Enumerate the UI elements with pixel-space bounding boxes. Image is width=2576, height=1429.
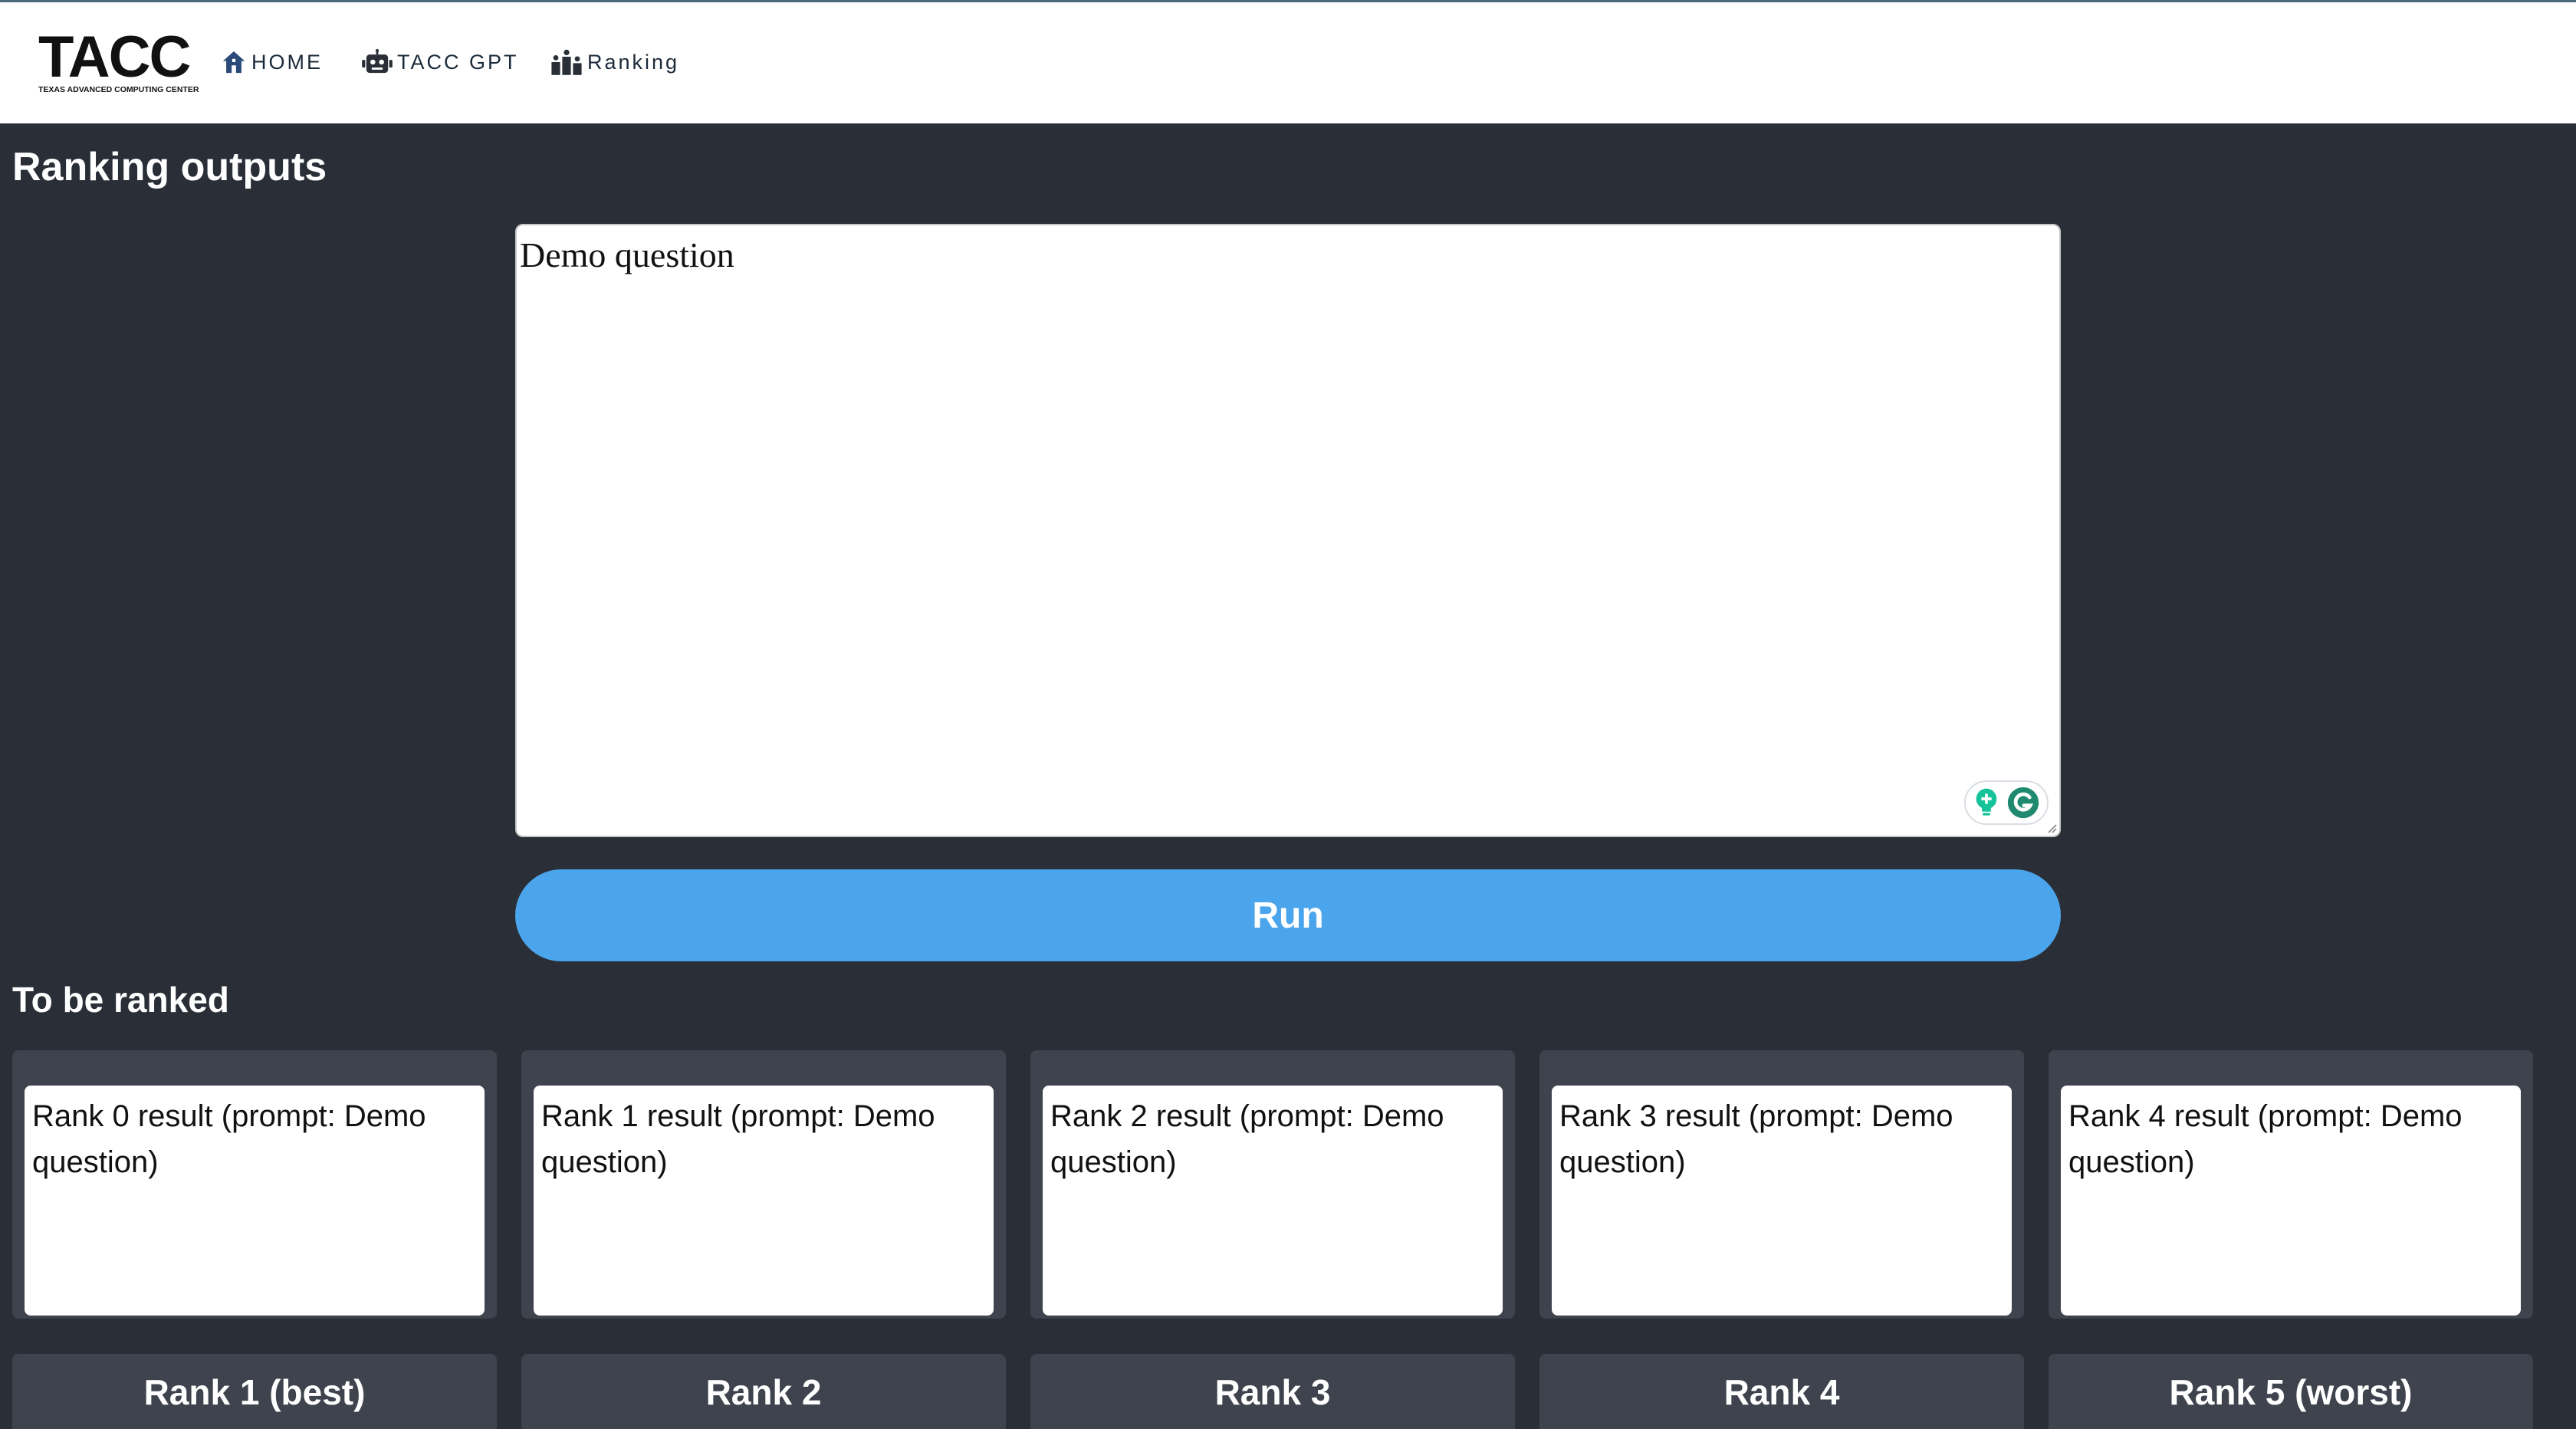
result-card[interactable]: Rank 2 result (prompt: Demo question) <box>1043 1086 1503 1316</box>
result-card-container: Rank 1 result (prompt: Demo question) <box>521 1050 1006 1319</box>
robot-icon <box>362 49 393 74</box>
result-card[interactable]: Rank 0 result (prompt: Demo question) <box>25 1086 485 1316</box>
question-input[interactable]: Demo question <box>515 224 2061 837</box>
result-card-container: Rank 0 result (prompt: Demo question) <box>12 1050 497 1319</box>
grammarly-icon[interactable] <box>2006 786 2040 820</box>
podium-icon <box>551 49 582 75</box>
run-button[interactable]: Run <box>515 869 2061 961</box>
rank-slot-2[interactable]: Rank 2 <box>521 1354 1006 1429</box>
rank-slot-3[interactable]: Rank 3 <box>1030 1354 1515 1429</box>
page-title: Ranking outputs <box>12 145 327 189</box>
result-card[interactable]: Rank 1 result (prompt: Demo question) <box>534 1086 994 1316</box>
lightbulb-icon[interactable] <box>1973 787 2000 818</box>
rank-slot-5[interactable]: Rank 5 (worst) <box>2049 1354 2533 1429</box>
result-card-container: Rank 4 result (prompt: Demo question) <box>2049 1050 2533 1319</box>
nav-item-tacc-gpt[interactable]: TACC GPT <box>362 47 519 77</box>
result-card-container: Rank 2 result (prompt: Demo question) <box>1030 1050 1515 1319</box>
logo-sub-text: TEXAS ADVANCED COMPUTING CENTER <box>38 85 199 94</box>
resize-grip-icon[interactable] <box>2044 820 2058 834</box>
nav-item-label: Ranking <box>587 50 680 74</box>
grammarly-widget[interactable] <box>1964 780 2049 825</box>
logo-main-text: TACC <box>38 25 191 90</box>
nav-item-home[interactable]: HOME <box>221 47 323 77</box>
tacc-logo[interactable]: TACC TEXAS ADVANCED COMPUTING CENTER <box>38 25 209 95</box>
rank-slot-1[interactable]: Rank 1 (best) <box>12 1354 497 1429</box>
result-card-container: Rank 3 result (prompt: Demo question) <box>1539 1050 2024 1319</box>
result-card[interactable]: Rank 3 result (prompt: Demo question) <box>1552 1086 2012 1316</box>
nav-item-label: TACC GPT <box>397 50 519 74</box>
rank-slot-4[interactable]: Rank 4 <box>1539 1354 2024 1429</box>
nav-item-ranking[interactable]: Ranking <box>550 47 679 77</box>
to-be-ranked-title: To be ranked <box>12 980 229 1020</box>
home-icon <box>222 51 245 74</box>
nav-item-label: HOME <box>251 50 323 74</box>
navbar: TACC TEXAS ADVANCED COMPUTING CENTER HOM… <box>0 2 2576 123</box>
result-card[interactable]: Rank 4 result (prompt: Demo question) <box>2061 1086 2521 1316</box>
